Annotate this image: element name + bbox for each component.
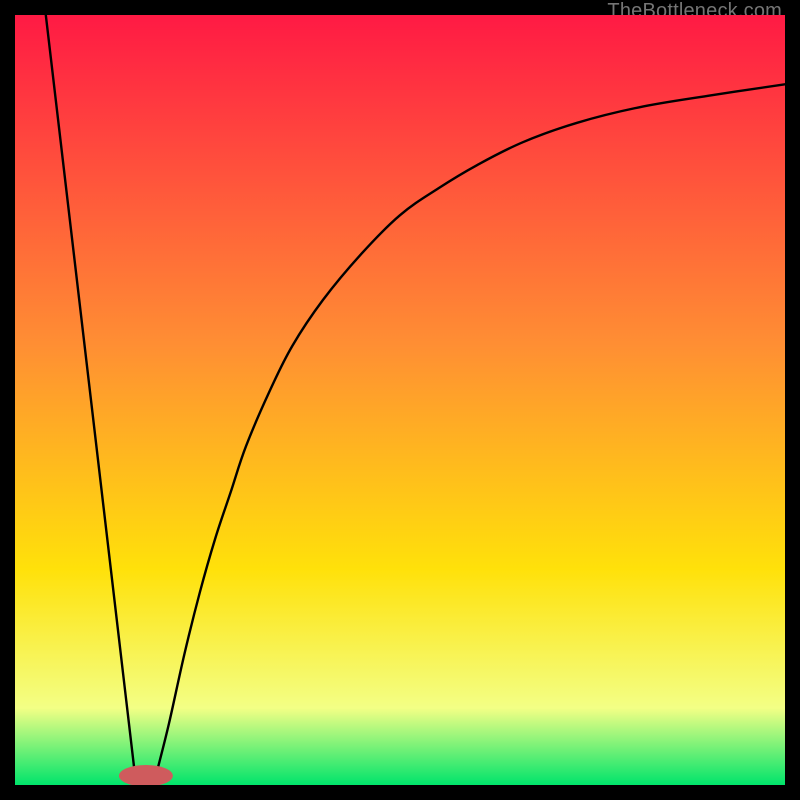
chart-frame: TheBottleneck.com (0, 0, 800, 800)
chart-background (15, 15, 785, 785)
chart-plot-area (15, 15, 785, 785)
chart-svg (15, 15, 785, 785)
